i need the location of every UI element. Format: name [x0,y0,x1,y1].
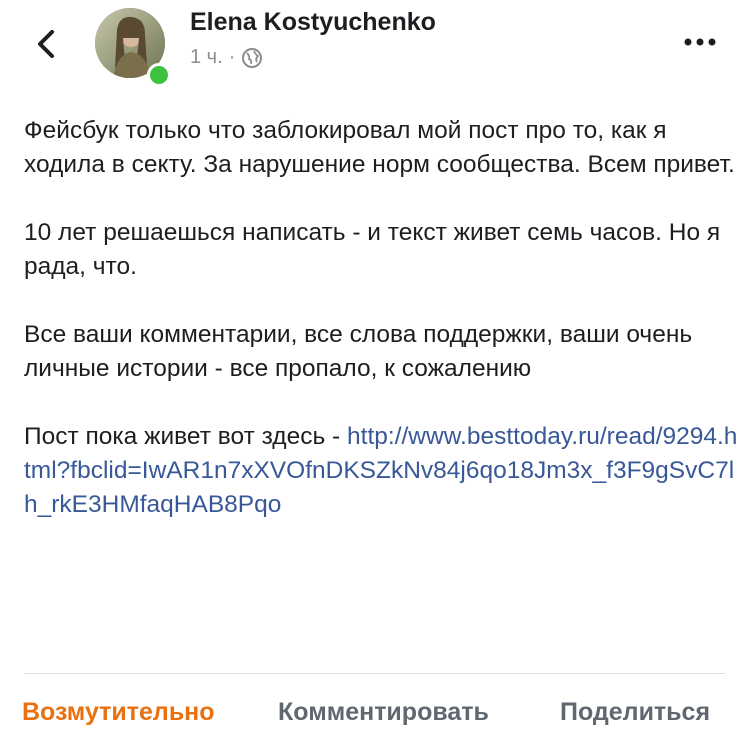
more-options-button[interactable] [678,30,722,54]
online-status-indicator [147,63,171,87]
post-header: Elena Kostyuchenko 1 ч. · [0,0,749,96]
post-link-paragraph: Пост пока живет вот здесь - http://www.b… [24,420,739,522]
post-paragraph: Фейсбук только что заблокировал мой пост… [24,117,735,178]
post-paragraph: Все ваши комментарии, все слова поддержк… [24,321,693,382]
link-prefix: Пост пока живет вот здесь - [24,423,348,450]
share-button[interactable]: Поделиться [560,698,710,727]
comment-button[interactable]: Комментировать [278,698,489,727]
actions-divider [24,673,725,674]
chevron-left-icon [38,30,54,58]
post-timestamp[interactable]: 1 ч. [190,46,223,69]
meta-separator: · [228,46,236,68]
more-horizontal-icon [684,38,716,46]
globe-icon [242,47,263,68]
reaction-button[interactable]: Возмутительно [22,698,215,727]
post-body: Фейсбук только что заблокировал мой пост… [24,114,739,556]
post-paragraph: 10 лет решаешься написать - и текст живе… [24,219,721,280]
post-meta: 1 ч. · [190,46,263,69]
post-actions-bar: Возмутительно Комментировать Поделиться [0,690,749,740]
back-button[interactable] [28,24,68,64]
author-name[interactable]: Elena Kostyuchenko [190,8,436,37]
author-avatar[interactable] [95,8,175,88]
